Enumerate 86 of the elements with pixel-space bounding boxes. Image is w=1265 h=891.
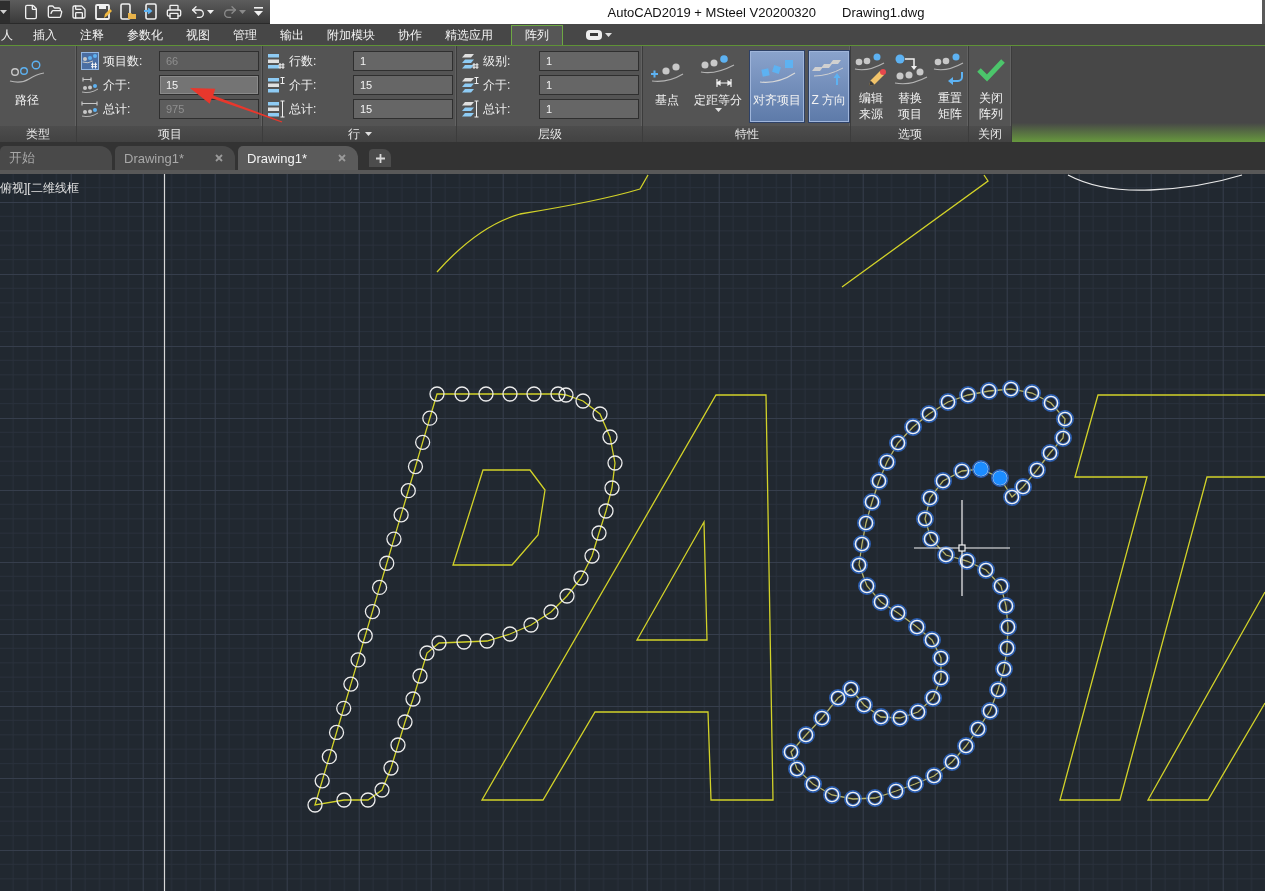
row-total-icon	[267, 100, 285, 118]
ribbon-tab[interactable]: 附加模块	[316, 25, 386, 45]
item-count-icon	[81, 52, 99, 70]
level-spacing-icon	[461, 76, 479, 94]
panel-title: 特性	[734, 125, 759, 143]
caret-icon	[364, 132, 372, 136]
ribbon-button[interactable]: 编辑来源	[853, 50, 890, 123]
number-field[interactable]: 15	[353, 75, 453, 95]
caret-icon	[605, 33, 612, 37]
caret-icon	[714, 108, 722, 112]
panel-title: 层级	[537, 125, 562, 143]
ribbon-tab[interactable]: 管理	[222, 25, 268, 45]
save-as-icon	[95, 3, 112, 20]
level-total-icon	[461, 100, 479, 118]
viewport-label[interactable]: 俯视][二维线框	[0, 180, 79, 197]
field-label: 介于:	[289, 76, 318, 94]
customize-icon	[254, 7, 263, 16]
document-tab[interactable]: 开始	[0, 146, 112, 170]
ribbon-button[interactable]: 基点	[646, 50, 688, 123]
field-label: 级别:	[483, 52, 512, 70]
toolbar-button[interactable]	[117, 0, 139, 23]
document-tab[interactable]: Drawing1*	[115, 146, 235, 170]
new-tab-button[interactable]	[369, 149, 391, 167]
align-items-icon	[757, 57, 796, 85]
field-label: 总计:	[289, 100, 318, 118]
caret-icon	[0, 9, 7, 14]
item-total-icon	[81, 100, 99, 118]
measure-icon	[700, 54, 737, 88]
number-field[interactable]: 1	[353, 51, 453, 71]
number-field[interactable]: 15	[353, 99, 453, 119]
plus-icon	[375, 153, 385, 163]
ribbon-tab[interactable]: 人	[0, 25, 21, 45]
ribbon-button[interactable]: 定距等分	[690, 50, 747, 123]
undo-icon	[190, 3, 206, 20]
document-name: Drawing1.dwg	[842, 4, 925, 20]
field-label: 总计:	[483, 100, 512, 118]
grip-marker[interactable]	[993, 471, 1007, 485]
phone-icon	[120, 3, 136, 20]
path-array-icon	[9, 58, 45, 84]
number-field[interactable]: 1	[539, 99, 639, 119]
save-icon	[71, 3, 87, 20]
phone-icon	[144, 3, 158, 20]
field-label: 行数:	[289, 52, 318, 70]
level-count-icon	[461, 52, 479, 70]
ribbon-button[interactable]: 替换项目	[892, 50, 929, 123]
folder-icon	[47, 3, 63, 20]
ribbon-tab[interactable]: 精选应用	[434, 25, 504, 45]
ribbon-tab[interactable]: 协作	[387, 25, 433, 45]
panel-toggle-icon	[586, 30, 602, 40]
printer-icon	[166, 3, 182, 20]
ribbon-tab[interactable]: 注释	[69, 25, 115, 45]
ribbon-button[interactable]: 路径	[5, 50, 49, 123]
field-label: 介于:	[483, 76, 512, 94]
item-spacing-icon	[81, 76, 99, 94]
edit-pencil-icon	[854, 53, 889, 87]
redo-icon	[222, 3, 238, 20]
close-icon[interactable]	[215, 154, 223, 162]
panel-title: 项目	[157, 125, 182, 143]
window-title: AutoCAD2019 + MSteel V20200320	[607, 4, 817, 20]
field-label: 项目数:	[103, 52, 144, 70]
number-field[interactable]: 1	[539, 75, 639, 95]
caret-icon	[207, 9, 214, 14]
panel-title: 类型	[26, 125, 50, 143]
field-label: 介于:	[103, 76, 132, 94]
panel-title: 选项	[897, 125, 922, 143]
ribbon-tab[interactable]: 视图	[175, 25, 221, 45]
number-field[interactable]: 1	[539, 51, 639, 71]
row-spacing-icon	[267, 76, 285, 94]
ribbon-tab[interactable]: 阵列	[511, 25, 563, 45]
ribbon-tab[interactable]: 输出	[269, 25, 315, 45]
number-field[interactable]: 15	[159, 75, 259, 95]
panel-title: 关闭	[978, 125, 1002, 143]
row-count-icon	[267, 52, 285, 70]
ribbon-button[interactable]: 重置矩阵	[931, 50, 968, 123]
caret-icon	[239, 9, 246, 14]
ribbon-tab[interactable]: 参数化	[116, 25, 174, 45]
replace-icon	[893, 53, 928, 87]
ribbon-tab[interactable]: 插入	[22, 25, 68, 45]
ribbon-button[interactable]: 关闭阵列	[972, 50, 1010, 123]
panel-title: 行	[347, 125, 360, 143]
grip-marker[interactable]	[974, 462, 988, 476]
document-tab[interactable]: Drawing1*	[238, 146, 358, 170]
field-label: 总计:	[103, 100, 132, 118]
page-icon	[23, 3, 39, 20]
application-menu-button[interactable]	[0, 0, 10, 23]
checkmark-icon	[976, 58, 1006, 82]
